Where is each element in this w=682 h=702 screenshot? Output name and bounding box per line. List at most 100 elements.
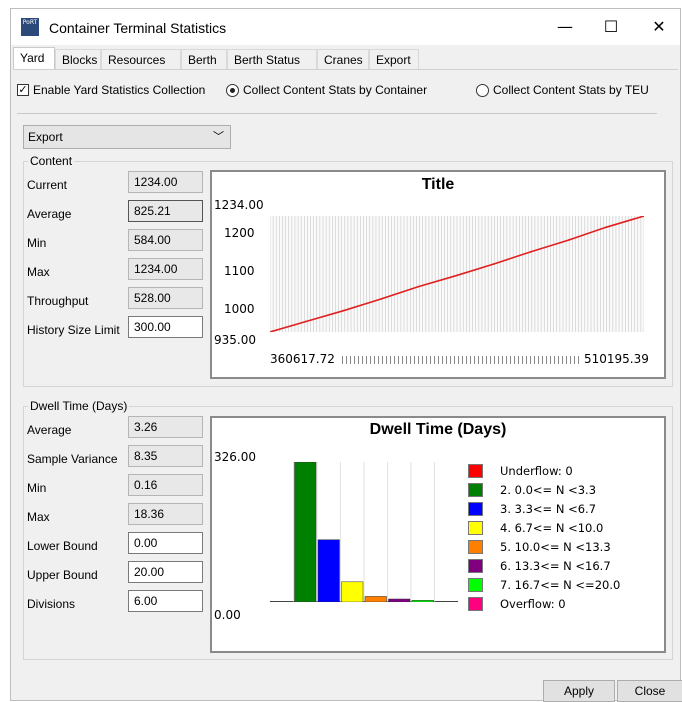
histogram-bar bbox=[388, 598, 411, 602]
app-icon-text: PoRT bbox=[22, 19, 38, 26]
line-chart-title: Title bbox=[421, 176, 455, 193]
legend-label: 6. 13.3<= N <16.7 bbox=[500, 559, 611, 573]
radio-selected-dot bbox=[230, 88, 235, 93]
legend-label: Overflow: 0 bbox=[500, 597, 566, 611]
divisions-input[interactable]: 6.00 bbox=[128, 590, 203, 612]
dwell-min-label: Min bbox=[27, 481, 47, 495]
line-chart-ytick-1100: 1100 bbox=[224, 264, 255, 278]
upper-bound-label: Upper Bound bbox=[27, 568, 98, 582]
legend-swatch bbox=[468, 521, 483, 535]
divider bbox=[17, 113, 657, 114]
legend-swatch bbox=[468, 540, 483, 554]
maximize-button[interactable]: ☐ bbox=[591, 15, 631, 39]
tab-berth[interactable]: Berth bbox=[181, 49, 227, 69]
divisions-label: Divisions bbox=[27, 597, 76, 611]
histogram-bar bbox=[411, 600, 434, 602]
window-title: Container Terminal Statistics bbox=[49, 20, 227, 36]
title-bar: PoRT Container Terminal Statistics — ☐ ✕ bbox=[11, 9, 680, 45]
upper-bound-input[interactable]: 20.00 bbox=[128, 561, 203, 583]
throughput-label: Throughput bbox=[27, 294, 89, 308]
line-point bbox=[455, 274, 457, 277]
by-container-label: Collect Content Stats by Container bbox=[243, 83, 428, 97]
history-size-input[interactable]: 300.00 bbox=[128, 316, 203, 338]
dropdown-value: Export bbox=[28, 130, 63, 144]
legend-swatch bbox=[468, 559, 483, 573]
line-point bbox=[492, 263, 495, 266]
legend-swatch bbox=[468, 578, 483, 592]
dwell-average-value: 3.26 bbox=[128, 416, 203, 438]
dwell-min-value: 0.16 bbox=[128, 474, 203, 496]
legend-label: 7. 16.7<= N <=20.0 bbox=[500, 578, 621, 592]
legend-label: 2. 0.0<= N <3.3 bbox=[500, 483, 597, 497]
enable-stats-checkbox[interactable]: ✓ bbox=[17, 84, 29, 96]
line-chart-dense-xticks bbox=[342, 356, 582, 364]
tab-bar: Yard Blocks Resources Berth Berth Status… bbox=[11, 47, 680, 70]
average-label: Average bbox=[27, 207, 72, 221]
tab-cranes[interactable]: Cranes bbox=[317, 49, 369, 69]
close-button[interactable]: Close bbox=[617, 680, 682, 702]
line-point bbox=[305, 320, 307, 323]
sample-variance-value: 8.35 bbox=[128, 445, 203, 467]
dwell-max-value: 18.36 bbox=[128, 503, 203, 525]
current-label: Current bbox=[27, 178, 68, 192]
bar-chart-ymin-label: 0.00 bbox=[214, 608, 241, 622]
content-group-title: Content bbox=[28, 154, 75, 168]
legend-label: Underflow: 0 bbox=[500, 464, 573, 478]
average-value: 825.21 bbox=[128, 200, 203, 222]
histogram-bar bbox=[294, 462, 317, 602]
max-value: 1234.00 bbox=[128, 258, 203, 280]
lower-bound-input[interactable]: 0.00 bbox=[128, 532, 203, 554]
legend-label: 4. 6.7<= N <10.0 bbox=[500, 521, 604, 535]
histogram-bar bbox=[341, 581, 364, 602]
by-teu-radio[interactable] bbox=[476, 84, 489, 97]
legend-swatch bbox=[468, 502, 483, 516]
tab-export[interactable]: Export bbox=[369, 49, 419, 69]
bar-chart-plot bbox=[270, 462, 458, 602]
line-chart-xmin-label: 360617.72 bbox=[270, 352, 335, 366]
close-window-button[interactable]: ✕ bbox=[639, 15, 679, 39]
statistics-window: PoRT Container Terminal Statistics — ☐ ✕… bbox=[10, 8, 682, 702]
bar-chart-title: Dwell Time (Days) bbox=[369, 421, 507, 438]
line-chart-xmax-label: 510195.39 bbox=[584, 352, 649, 366]
history-size-label: History Size Limit bbox=[27, 323, 120, 337]
legend-swatch bbox=[468, 597, 483, 611]
dwell-group-title: Dwell Time (Days) bbox=[28, 399, 130, 413]
bar-chart-legend: Underflow: 0 2. 0.0<= N <3.3 3. 3.3<= N <6… bbox=[468, 464, 658, 624]
min-value: 584.00 bbox=[128, 229, 203, 251]
tab-berth-status[interactable]: Berth Status bbox=[227, 49, 317, 69]
max-label: Max bbox=[27, 265, 50, 279]
bar-chart-ymax-label: 326.00 bbox=[214, 450, 256, 464]
by-container-radio[interactable] bbox=[226, 84, 239, 97]
tab-resources[interactable]: Resources bbox=[101, 49, 181, 69]
line-chart-ytick-1000: 1000 bbox=[224, 302, 255, 316]
export-dropdown[interactable]: Export ﹀ bbox=[23, 125, 231, 149]
line-point bbox=[342, 309, 345, 312]
yard-tab-panel: ✓ Enable Yard Statistics Collection Coll… bbox=[13, 69, 678, 670]
chevron-down-icon: ﹀ bbox=[213, 131, 224, 143]
dwell-bar-chart: Dwell Time (Days) 326.00 0.00 Underflow:… bbox=[210, 416, 666, 653]
lower-bound-label: Lower Bound bbox=[27, 539, 98, 553]
enable-stats-label: Enable Yard Statistics Collection bbox=[33, 83, 206, 97]
histogram-bar bbox=[317, 539, 340, 602]
apply-button[interactable]: Apply bbox=[543, 680, 615, 702]
by-teu-label: Collect Content Stats by TEU bbox=[493, 83, 649, 97]
line-chart-ytick-1200: 1200 bbox=[224, 226, 255, 240]
tab-yard[interactable]: Yard bbox=[13, 47, 55, 70]
dwell-average-label: Average bbox=[27, 423, 72, 437]
line-point bbox=[380, 298, 382, 300]
min-label: Min bbox=[27, 236, 47, 250]
content-line-chart: Title 1234.00 1200 1100 1000 935.00 3606… bbox=[210, 170, 666, 379]
histogram-bar bbox=[364, 596, 387, 602]
legend-label: 5. 10.0<= N <13.3 bbox=[500, 540, 611, 554]
throughput-value: 528.00 bbox=[128, 287, 203, 309]
tab-blocks[interactable]: Blocks bbox=[55, 49, 101, 69]
line-point bbox=[530, 250, 532, 253]
dwell-max-label: Max bbox=[27, 510, 50, 524]
minimize-button[interactable]: — bbox=[545, 15, 585, 39]
legend-swatch bbox=[468, 464, 483, 478]
line-point bbox=[605, 226, 607, 229]
line-chart-ymax-label: 1234.00 bbox=[214, 198, 264, 212]
line-chart-plot bbox=[270, 216, 644, 332]
line-point bbox=[417, 285, 420, 288]
legend-swatch bbox=[468, 483, 483, 497]
